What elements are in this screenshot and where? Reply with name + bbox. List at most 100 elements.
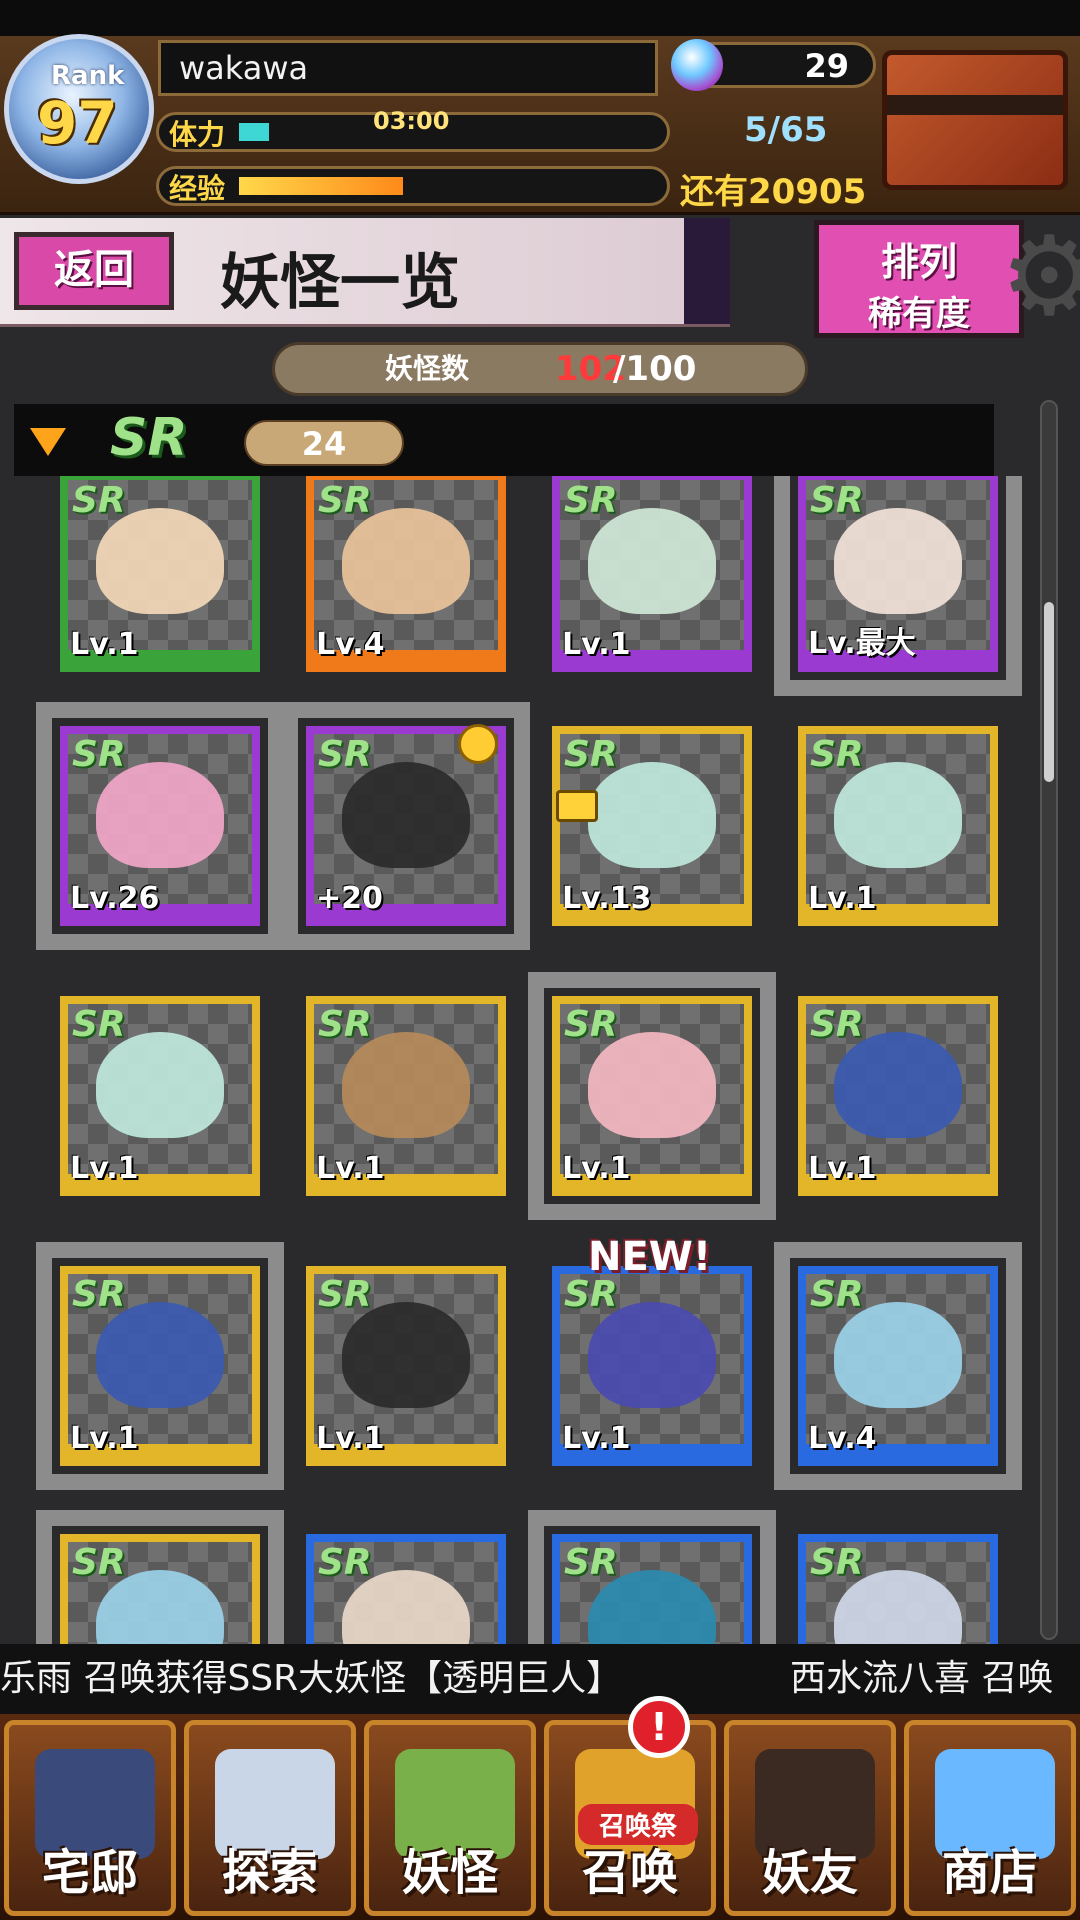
ticker-text-1: 乐雨 召唤获得SSR大妖怪【透明巨人】 (0, 1658, 623, 1699)
card-level: Lv.4 (316, 627, 385, 662)
yokai-portrait (834, 1302, 962, 1408)
card-level: Lv.1 (316, 1151, 385, 1186)
ticker-text-2: 西水流八喜 召唤 (790, 1658, 1054, 1699)
nav-label: 宅邸 (41, 1845, 138, 1901)
card-rarity-label: SR (810, 734, 864, 775)
yokai-card[interactable]: SR Lv.最大 (774, 476, 1022, 696)
stamina-label: 体力 (169, 118, 226, 151)
stamina-timer: 03:00 (373, 107, 450, 135)
yokai-count: 妖怪数 102 /100 (272, 342, 808, 396)
yokai-card[interactable]: SR Lv.1 (798, 996, 998, 1196)
nav-shop[interactable]: 商店 (904, 1720, 1076, 1916)
collapse-arrow-icon[interactable] (30, 428, 66, 456)
card-rarity-label: SR (810, 1274, 864, 1315)
yokai-card[interactable]: SR Lv.4 (774, 1242, 1022, 1490)
medal-icon (458, 724, 498, 764)
spirit-orb-icon (671, 39, 723, 91)
yokai-card[interactable]: SR (36, 1510, 284, 1644)
yokai-count-max: /100 (613, 349, 697, 389)
yokai-portrait (834, 1032, 962, 1138)
yokai-card[interactable]: SR Lv.26 (36, 702, 284, 950)
yokai-portrait (834, 508, 962, 614)
exp-fill (239, 177, 403, 195)
box-slots: 5/65 (744, 110, 828, 150)
yokai-card[interactable]: SR (306, 1534, 506, 1644)
nav-home[interactable]: 宅邸 (4, 1720, 176, 1916)
gift-box-icon[interactable] (882, 50, 1068, 190)
yokai-portrait (96, 762, 224, 868)
system-status-bar (0, 0, 1080, 36)
title-bar: 返回 妖怪一览 (0, 218, 730, 327)
stamina-fill (239, 123, 269, 141)
yokai-card[interactable]: SR Lv.1 (306, 1266, 506, 1466)
yokai-portrait (342, 1032, 470, 1138)
yokai-card[interactable]: SR Lv.4 (306, 476, 506, 672)
card-level: Lv.1 (70, 1421, 139, 1456)
card-level: Lv.1 (808, 881, 877, 916)
nav-yokai[interactable]: 妖怪 (364, 1720, 536, 1916)
yokai-card[interactable]: SR Lv.1 (36, 1242, 284, 1490)
card-rarity-label: SR (564, 1274, 618, 1315)
yokai-portrait (834, 762, 962, 868)
card-rarity-label: SR (810, 1542, 864, 1583)
yokai-card[interactable]: SR Lv.1 (60, 476, 260, 672)
nav-friends[interactable]: 妖友 (724, 1720, 896, 1916)
card-rarity-label: SR (318, 1542, 372, 1583)
nav-label: 妖怪 (401, 1845, 498, 1901)
card-level: Lv.13 (562, 881, 652, 916)
yokai-portrait (96, 1032, 224, 1138)
card-level: Lv.1 (562, 1151, 631, 1186)
card-rarity-label: SR (810, 1004, 864, 1045)
yokai-card[interactable]: SR Lv.1 (552, 1266, 752, 1466)
yokai-portrait (96, 508, 224, 614)
yokai-card[interactable]: SR (798, 1534, 998, 1644)
yokai-count-label: 妖怪数 (385, 352, 470, 385)
card-level: Lv.1 (70, 627, 139, 662)
sort-button[interactable]: 排列 稀有度 (814, 220, 1024, 338)
yokai-card[interactable]: SR Lv.13 (552, 726, 752, 926)
card-level: Lv.1 (562, 1421, 631, 1456)
yokai-portrait (342, 1302, 470, 1408)
yokai-card[interactable]: SR Lv.1 (306, 996, 506, 1196)
yokai-card[interactable]: SR (528, 1510, 776, 1644)
card-level: Lv.1 (316, 1421, 385, 1456)
yokai-portrait (588, 1302, 716, 1408)
announcement-ticker: 乐雨 召唤获得SSR大妖怪【透明巨人】 西水流八喜 召唤 (0, 1644, 1080, 1714)
card-rarity-label: SR (564, 1004, 618, 1045)
yokai-card[interactable]: SR Lv.1 (798, 726, 998, 926)
stamina-bar: 体力 03:00 (156, 107, 670, 152)
exp-bar: 经验 (156, 166, 670, 206)
card-level: Lv.最大 (808, 626, 916, 661)
yokai-card[interactable]: SR Lv.1 (528, 972, 776, 1220)
sort-value: 稀有度 (868, 294, 970, 334)
yokai-card[interactable]: SR Lv.1 (552, 476, 752, 672)
nav-label: 妖友 (761, 1845, 858, 1901)
orb-counter[interactable]: 29 (671, 39, 876, 91)
nav-label: 探索 (221, 1845, 318, 1901)
card-rarity-label: SR (564, 1542, 618, 1583)
card-rarity-label: SR (72, 1274, 126, 1315)
new-badge: NEW! (588, 1234, 712, 1280)
back-button[interactable]: 返回 (14, 232, 174, 310)
rarity-count: 24 (244, 420, 404, 466)
player-name: wakawa (158, 40, 658, 96)
rarity-label: SR (110, 408, 188, 468)
card-level: Lv.26 (70, 881, 160, 916)
card-rarity-label: SR (810, 480, 864, 521)
card-rarity-label: SR (564, 734, 618, 775)
yokai-portrait (588, 1032, 716, 1138)
card-level: Lv.4 (808, 1421, 877, 1456)
card-level: Lv.1 (808, 1151, 877, 1186)
scrollbar[interactable] (1040, 400, 1058, 1640)
yokai-grid: SR Lv.1 SR Lv.4 SR Lv.1 SR Lv.最大 SR Lv.26 SR +20 SR L… (0, 476, 1040, 1644)
page-title: 妖怪一览 (220, 248, 460, 318)
rarity-section-header[interactable]: SR 24 (14, 404, 994, 476)
scrollbar-thumb[interactable] (1044, 602, 1054, 782)
nav-explore[interactable]: 探索 (184, 1720, 356, 1916)
sort-label: 排列 (880, 240, 957, 284)
rank-value: 97 (37, 89, 118, 157)
yokai-card[interactable]: SR Lv.1 (60, 996, 260, 1196)
exp-remaining: 还有20905 (680, 172, 867, 212)
card-rarity-label: SR (564, 480, 618, 521)
card-level: +20 (316, 881, 383, 916)
